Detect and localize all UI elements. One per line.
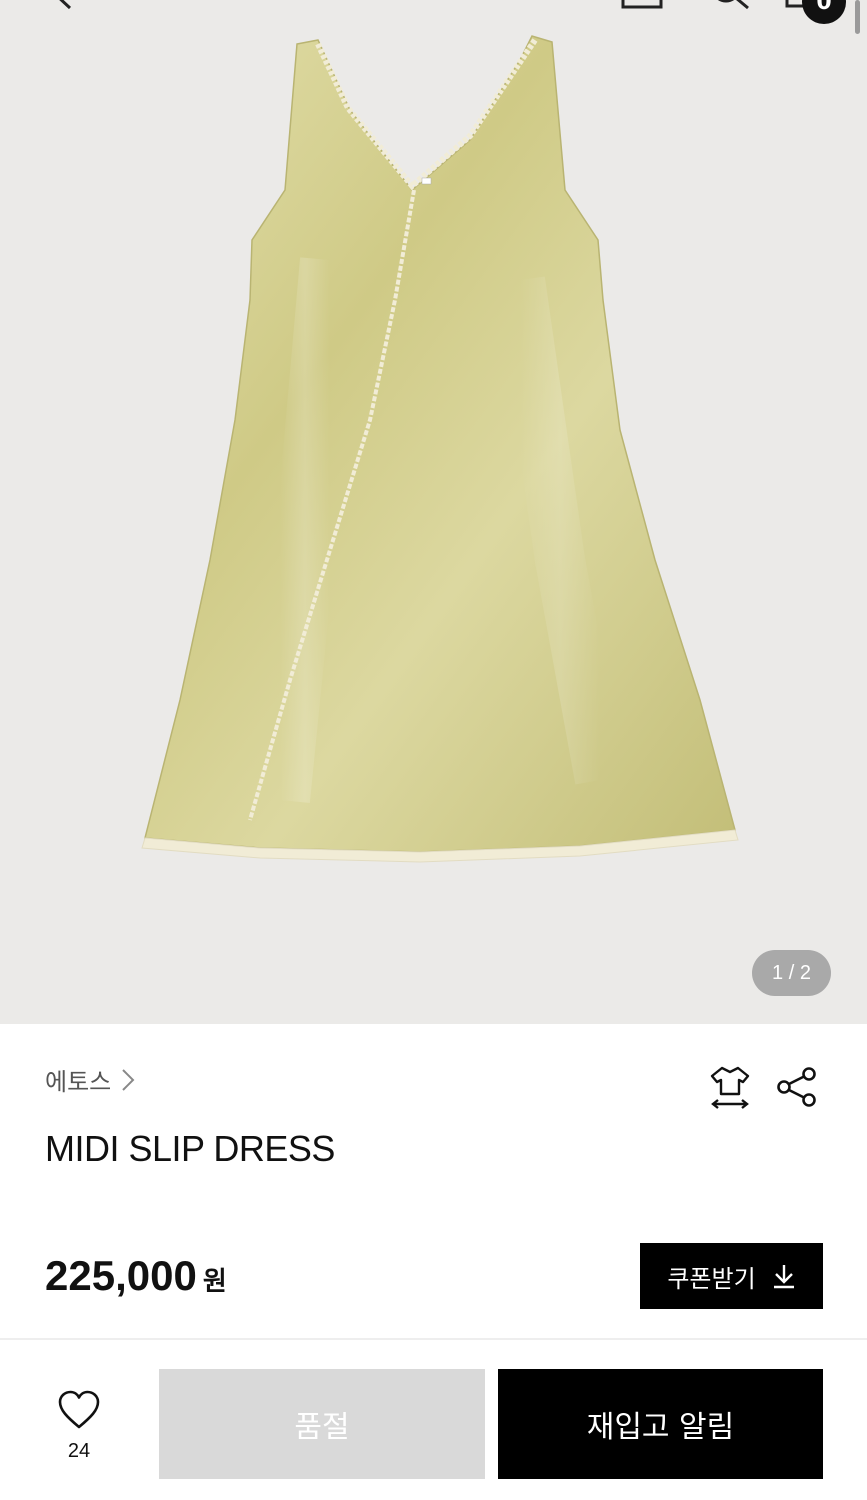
scrollbar[interactable]: [855, 0, 860, 34]
chevron-right-icon: [122, 1068, 135, 1091]
price-currency: 원: [202, 1267, 227, 1297]
product-image: [141, 35, 739, 863]
home-icon[interactable]: [620, 0, 666, 10]
restock-alert-button[interactable]: 재입고 알림: [498, 1369, 823, 1479]
gallery-pager: 1 / 2: [752, 950, 831, 996]
price-amount: 225,000: [45, 1252, 197, 1299]
product-price: 225,000 원: [45, 1252, 227, 1300]
soldout-button: 품절: [159, 1369, 485, 1479]
coupon-button-label: 쿠폰받기: [667, 1264, 756, 1293]
brand-link[interactable]: 에토스: [45, 1062, 135, 1097]
heart-icon: [58, 1390, 100, 1429]
divider: [0, 1338, 867, 1340]
download-icon: [773, 1265, 794, 1289]
back-arrow-icon[interactable]: [48, 0, 78, 10]
share-icon[interactable]: [776, 1066, 818, 1108]
product-title: MIDI SLIP DRESS: [45, 1128, 335, 1169]
coupon-download-button[interactable]: 쿠폰받기: [640, 1243, 823, 1309]
like-button[interactable]: 24: [50, 1390, 108, 1463]
brand-name: 에토스: [45, 1068, 112, 1096]
size-guide-icon[interactable]: [708, 1064, 752, 1110]
like-count: 24: [67, 1440, 91, 1462]
search-icon[interactable]: [708, 0, 752, 10]
product-image-gallery[interactable]: 0 1 / 2: [0, 0, 867, 1024]
